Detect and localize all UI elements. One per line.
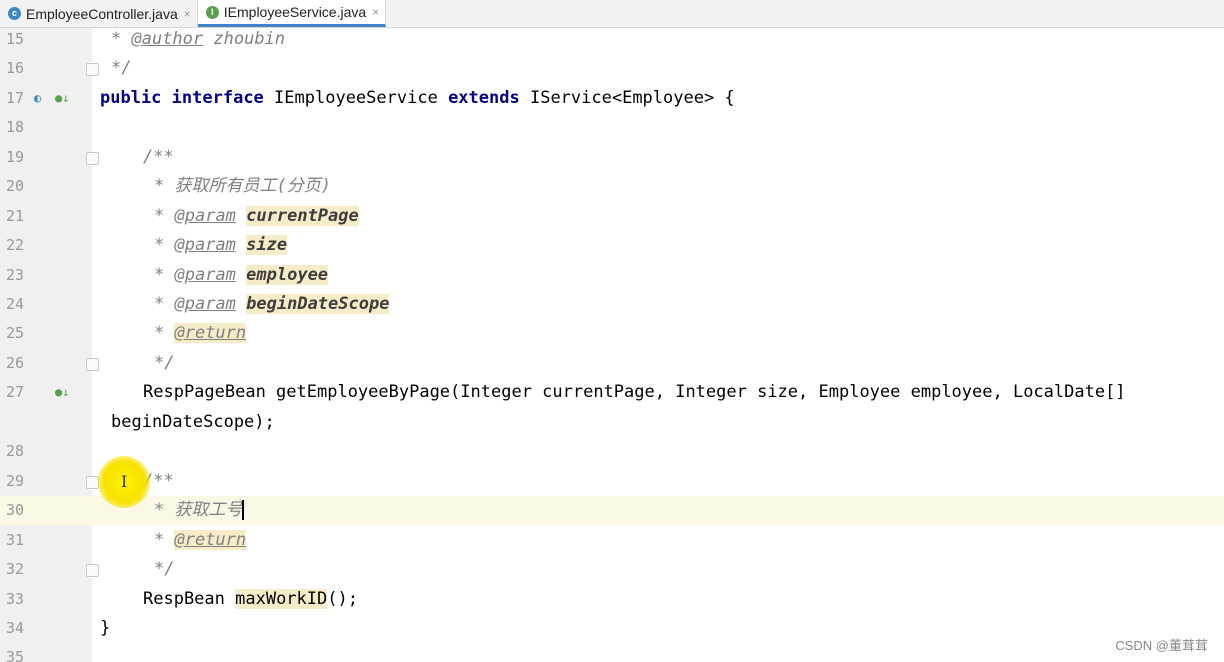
text-caret bbox=[242, 500, 245, 520]
comment-text: * bbox=[154, 294, 175, 314]
javadoc-tag: @param bbox=[174, 294, 236, 314]
comment-text: * bbox=[154, 206, 175, 226]
method-signature-wrap: beginDateScope); bbox=[111, 412, 275, 432]
interface-icon: I bbox=[205, 5, 219, 19]
code-text: } bbox=[100, 618, 111, 638]
override-down-icon[interactable]: ●↓ bbox=[55, 91, 69, 105]
line-number: 35 bbox=[6, 648, 25, 662]
fold-icon[interactable] bbox=[86, 564, 99, 577]
fold-icon[interactable] bbox=[86, 63, 99, 76]
fold-icon[interactable] bbox=[86, 358, 99, 371]
comment-text: */ bbox=[154, 353, 175, 373]
line-number: 33 bbox=[6, 590, 25, 608]
javadoc-tag: @param bbox=[174, 235, 236, 255]
fold-icon[interactable] bbox=[86, 152, 99, 165]
line-number: 16 bbox=[6, 59, 25, 77]
line-number: 25 bbox=[6, 324, 25, 342]
line-number: 27 bbox=[6, 383, 25, 401]
line-number: 24 bbox=[6, 295, 25, 313]
code-line-32[interactable]: 32 */ bbox=[0, 555, 1224, 584]
tab-label: IEmployeeService.java bbox=[223, 4, 367, 20]
code-line-18[interactable]: 18 bbox=[0, 113, 1224, 142]
mouse-ibeam-cursor-icon: I bbox=[121, 472, 128, 491]
line-number: 18 bbox=[6, 118, 25, 136]
code-line-26[interactable]: 26 */ bbox=[0, 349, 1224, 378]
code-line-30[interactable]: 30 * 获取工号 bbox=[0, 496, 1224, 525]
code-line-31[interactable]: 31 * @return bbox=[0, 526, 1224, 555]
code-line-20[interactable]: 20 * 获取所有员工(分页) bbox=[0, 172, 1224, 201]
code-line-28[interactable]: 28 bbox=[0, 437, 1224, 466]
comment-text: */ bbox=[154, 559, 175, 579]
javadoc-param: beginDateScope bbox=[246, 294, 390, 314]
comment-text: * 获取工号 bbox=[154, 500, 243, 520]
comment-text: */ bbox=[111, 58, 132, 78]
line-number: 26 bbox=[6, 354, 25, 372]
method-name: maxWorkID bbox=[235, 589, 328, 609]
code-line-23[interactable]: 23 * @param employee bbox=[0, 261, 1224, 290]
implemented-down-icon[interactable]: ●↓ bbox=[55, 385, 69, 399]
keyword: extends bbox=[448, 88, 520, 108]
comment-text: zhoubin bbox=[203, 29, 286, 49]
watermark: CSDN @董茸茸 bbox=[1115, 638, 1208, 653]
line-number: 21 bbox=[6, 207, 25, 225]
comment-text: * bbox=[154, 323, 175, 343]
code-line-25[interactable]: 25 * @return bbox=[0, 319, 1224, 348]
line-number: 20 bbox=[6, 177, 25, 195]
code-line-21[interactable]: 21 * @param currentPage bbox=[0, 202, 1224, 231]
line-number: 32 bbox=[6, 560, 25, 578]
code-line-34[interactable]: 34 } bbox=[0, 614, 1224, 643]
code-line-33[interactable]: 33 RespBean maxWorkID(); bbox=[0, 585, 1224, 614]
javadoc-tag: @return bbox=[174, 323, 247, 343]
code-line-22[interactable]: 22 * @param size bbox=[0, 231, 1224, 260]
javadoc-param: size bbox=[246, 235, 288, 255]
comment-text: * bbox=[111, 29, 132, 49]
code-line-27-wrap[interactable]: beginDateScope); bbox=[0, 408, 1224, 437]
comment-text: * bbox=[154, 235, 175, 255]
close-icon[interactable]: × bbox=[184, 7, 191, 21]
code-line-17[interactable]: 17 ◐ ●↓ public interface IEmployeeServic… bbox=[0, 84, 1224, 113]
editor-tab-bar: c EmployeeController.java × I IEmployeeS… bbox=[0, 0, 1224, 28]
class-icon: c bbox=[8, 7, 21, 20]
comment-text: * bbox=[154, 265, 175, 285]
code-line-16[interactable]: 16 */ bbox=[0, 54, 1224, 83]
line-number: 28 bbox=[6, 442, 25, 460]
interface-name: IEmployeeService bbox=[274, 88, 438, 108]
line-number: 15 bbox=[6, 30, 25, 48]
implementations-icon[interactable]: ◐ bbox=[34, 91, 41, 105]
code-line-35[interactable]: 35 bbox=[0, 643, 1224, 662]
line-number: 34 bbox=[6, 619, 25, 637]
line-number: 31 bbox=[6, 531, 25, 549]
code-text: (); bbox=[327, 589, 358, 609]
line-number: 30 bbox=[6, 501, 25, 519]
line-number: 17 bbox=[6, 89, 25, 107]
line-number: 19 bbox=[6, 148, 25, 166]
comment-text: * bbox=[154, 530, 175, 550]
comment-text: * 获取所有员工(分页) bbox=[154, 176, 331, 196]
javadoc-tag: @param bbox=[174, 265, 236, 285]
comment-text: /** bbox=[143, 147, 174, 167]
code-line-27[interactable]: 27 ●↓ RespPageBean getEmployeeByPage(Int… bbox=[0, 378, 1224, 407]
line-number: 23 bbox=[6, 266, 25, 284]
keyword: public bbox=[100, 88, 162, 108]
keyword: interface bbox=[171, 88, 264, 108]
javadoc-param: employee bbox=[246, 265, 329, 285]
code-line-24[interactable]: 24 * @param beginDateScope bbox=[0, 290, 1224, 319]
javadoc-param: currentPage bbox=[246, 206, 359, 226]
tab-iemployee-service[interactable]: I IEmployeeService.java × bbox=[197, 0, 387, 27]
javadoc-tag: @return bbox=[174, 530, 247, 550]
code-text: IService<Employee> { bbox=[529, 88, 735, 108]
code-line-15[interactable]: 15 * @author zhoubin bbox=[0, 25, 1224, 54]
code-line-29[interactable]: 29 /** bbox=[0, 467, 1224, 496]
tab-label: EmployeeController.java bbox=[26, 5, 178, 22]
tab-employee-controller[interactable]: c EmployeeController.java × bbox=[0, 0, 198, 27]
close-icon[interactable]: × bbox=[372, 5, 379, 19]
line-number: 22 bbox=[6, 236, 25, 254]
code-line-19[interactable]: 19 /** bbox=[0, 143, 1224, 172]
return-type: RespBean bbox=[143, 589, 236, 609]
javadoc-tag: @param bbox=[174, 206, 236, 226]
method-signature: RespPageBean getEmployeeByPage(Integer c… bbox=[143, 382, 1126, 402]
javadoc-tag: @author bbox=[131, 29, 204, 49]
line-number: 29 bbox=[6, 472, 25, 490]
